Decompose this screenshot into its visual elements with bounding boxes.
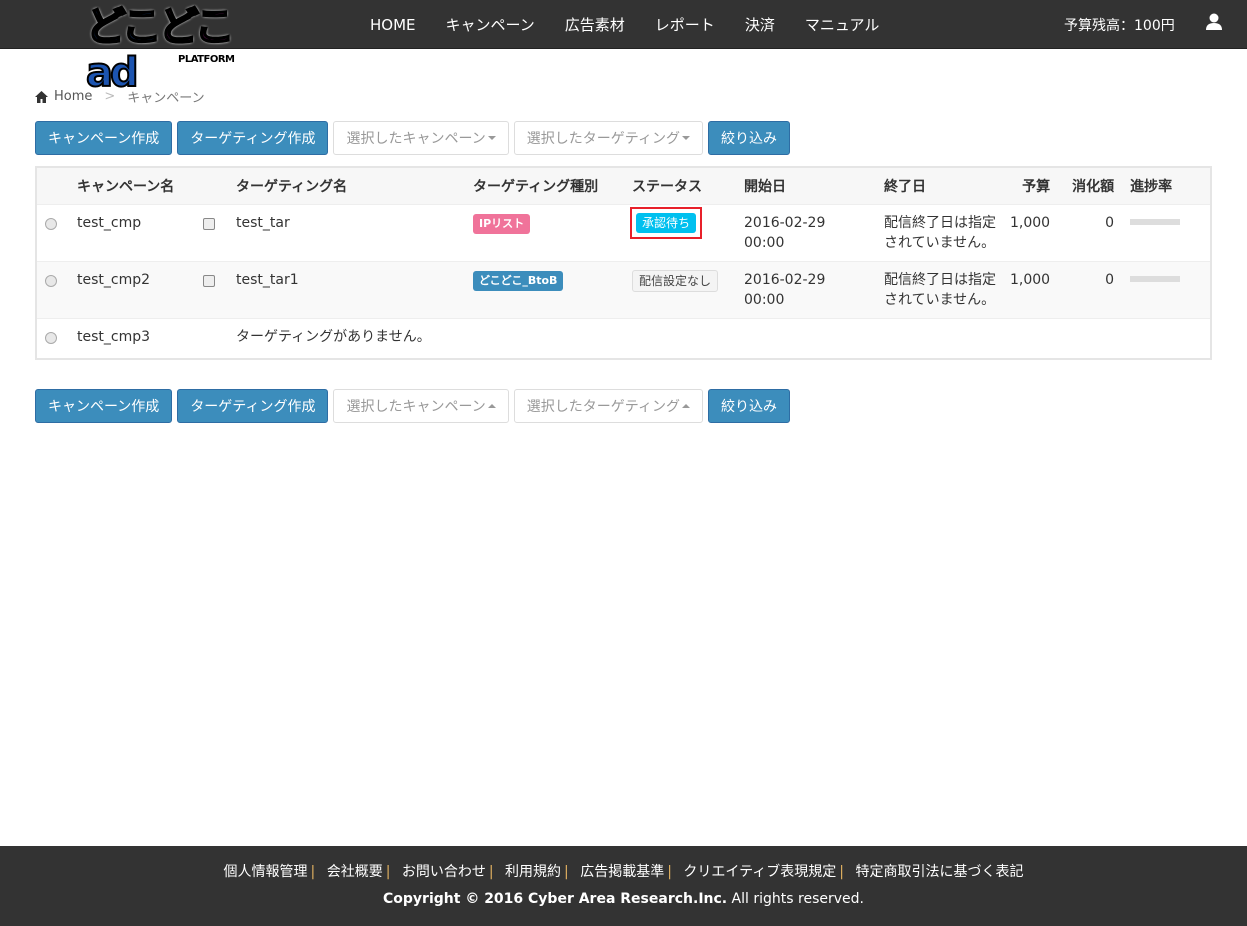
targeting-name[interactable]: test_tar1 xyxy=(236,260,473,318)
status-badge: 配信設定なし xyxy=(632,269,719,292)
create-targeting-button[interactable]: ターゲティング作成 xyxy=(177,389,329,423)
separator: | xyxy=(385,864,391,880)
logo[interactable]: どこどこad PLATFORM xyxy=(85,3,256,97)
col-targeting[interactable]: ターゲティング名 xyxy=(236,168,473,204)
footer-link-ad-standards[interactable]: 広告掲載基準 xyxy=(580,864,664,880)
footer-link-contact[interactable]: お問い合わせ xyxy=(402,864,486,880)
budget: 1,000 xyxy=(1010,260,1051,318)
campaign-name[interactable]: test_cmp3 xyxy=(77,317,203,358)
col-campaign[interactable]: キャンペーン名 xyxy=(77,168,203,204)
create-targeting-button[interactable]: ターゲティング作成 xyxy=(177,121,329,155)
menu-campaign[interactable]: キャンペーン xyxy=(431,14,550,35)
budget: 1,000 xyxy=(1010,203,1051,261)
footer-links: 個人情報管理 | 会社概要 | お問い合わせ | 利用規約 | 広告掲載基準 | クリエイ… xyxy=(0,861,1247,881)
create-campaign-button[interactable]: キャンペーン作成 xyxy=(35,121,173,155)
caret-up-icon xyxy=(681,404,690,408)
campaign-name[interactable]: test_cmp xyxy=(77,203,203,261)
col-budget[interactable]: 予算 xyxy=(1010,168,1051,204)
main-menu: HOME キャンペーン 広告素材 レポート 決済 マニュアル xyxy=(355,0,894,49)
footer-link-privacy[interactable]: 個人情報管理 xyxy=(224,864,308,880)
table-row: test_cmp2 test_tar1 どこどこ_BtoB 配信設定なし 201… xyxy=(37,260,1210,318)
table-row: test_cmp test_tar IPリスト 承認待ち 2016-02-29 0… xyxy=(37,203,1210,261)
filter-button[interactable]: 絞り込み xyxy=(707,121,790,155)
caret-down-icon xyxy=(487,136,496,140)
create-campaign-button[interactable]: キャンペーン作成 xyxy=(35,389,173,423)
caret-up-icon xyxy=(487,404,496,408)
row-radio[interactable] xyxy=(45,331,57,344)
col-end[interactable]: 終了日 xyxy=(884,168,1010,204)
breadcrumb-current: キャンペーン xyxy=(127,91,205,106)
col-status[interactable]: ステータス xyxy=(632,168,744,204)
menu-payment[interactable]: 決済 xyxy=(730,14,790,35)
spent: 0 xyxy=(1050,260,1115,318)
campaign-table: キャンペーン名 ターゲティング名 ターゲティング種別 ステータス 開始日 終了日… xyxy=(35,166,1212,360)
separator: | xyxy=(839,864,844,880)
separator: | xyxy=(667,864,672,880)
dropdown-label: 選択したキャンペーン xyxy=(346,131,486,147)
start-date: 2016-02-29 00:00 xyxy=(744,260,884,318)
targeting-name[interactable]: test_tar xyxy=(236,203,473,261)
dropdown-label: 選択したターゲティング xyxy=(526,131,680,147)
end-date: 配信終了日は指定 されていません。 xyxy=(884,260,1010,318)
start-date: 2016-02-29 00:00 xyxy=(744,203,884,261)
menu-home[interactable]: HOME xyxy=(355,16,431,34)
dropdown-label: 選択したキャンペーン xyxy=(346,399,486,415)
type-badge: IPリスト xyxy=(473,213,531,234)
progress-bar xyxy=(1130,275,1181,282)
selected-campaign-dropdown[interactable]: 選択したキャンペーン xyxy=(333,121,509,155)
home-icon xyxy=(35,90,48,103)
separator: | xyxy=(310,864,316,880)
menu-creatives[interactable]: 広告素材 xyxy=(550,14,640,35)
col-spent[interactable]: 消化額 xyxy=(1050,168,1115,204)
status-badge: 承認待ち xyxy=(636,212,697,233)
row-checkbox[interactable] xyxy=(203,274,215,287)
footer-link-commerce-law[interactable]: 特定商取引法に基づく表記 xyxy=(855,864,1023,880)
logo-subtext: PLATFORM xyxy=(178,54,235,65)
separator: | xyxy=(564,864,569,880)
row-checkbox[interactable] xyxy=(203,217,215,230)
spent: 0 xyxy=(1050,203,1115,261)
table-header: キャンペーン名 ターゲティング名 ターゲティング種別 ステータス 開始日 終了日… xyxy=(37,168,1210,204)
row-radio[interactable] xyxy=(45,274,57,287)
row-radio[interactable] xyxy=(45,217,57,230)
user-icon[interactable] xyxy=(1206,13,1222,31)
breadcrumb-home[interactable]: Home xyxy=(54,89,92,104)
table-row: test_cmp3 ターゲティングがありません。 xyxy=(37,317,1210,358)
budget-balance: 予算残高：100円 xyxy=(1064,18,1175,34)
dropdown-label: 選択したターゲティング xyxy=(526,399,680,415)
highlight-box: 承認待ち xyxy=(630,206,703,239)
progress-bar xyxy=(1130,218,1181,225)
breadcrumb: Home > キャンペーン xyxy=(35,87,205,106)
menu-report[interactable]: レポート xyxy=(640,14,730,35)
top-toolbar: キャンペーン作成 ターゲティング作成 選択したキャンペーン 選択したターゲティン… xyxy=(35,121,790,155)
footer-link-creative-rules[interactable]: クリエイティブ表現規定 xyxy=(683,864,836,880)
selected-targeting-dropup[interactable]: 選択したターゲティング xyxy=(513,389,703,423)
col-type[interactable]: ターゲティング種別 xyxy=(473,168,632,204)
menu-manual[interactable]: マニュアル xyxy=(790,14,895,35)
footer-link-company[interactable]: 会社概要 xyxy=(327,864,383,880)
footer-link-terms[interactable]: 利用規約 xyxy=(505,864,561,880)
selected-campaign-dropup[interactable]: 選択したキャンペーン xyxy=(333,389,509,423)
caret-down-icon xyxy=(681,136,690,140)
col-progress[interactable]: 進捗率 xyxy=(1130,168,1210,204)
breadcrumb-separator: > xyxy=(104,89,116,104)
copyright: Copyright © 2016 Cyber Area Research.Inc… xyxy=(383,891,864,907)
end-date: 配信終了日は指定 されていません。 xyxy=(884,203,1010,261)
type-badge: どこどこ_BtoB xyxy=(473,270,564,291)
selected-targeting-dropdown[interactable]: 選択したターゲティング xyxy=(513,121,703,155)
top-navbar: どこどこad PLATFORM HOME キャンペーン 広告素材 レポート 決済… xyxy=(0,0,1247,97)
filter-button[interactable]: 絞り込み xyxy=(707,389,790,423)
footer: 個人情報管理 | 会社概要 | お問い合わせ | 利用規約 | 広告掲載基準 | クリエイ… xyxy=(0,846,1247,926)
separator: | xyxy=(488,864,494,880)
campaign-name[interactable]: test_cmp2 xyxy=(77,260,203,318)
no-targeting-message: ターゲティングがありません。 xyxy=(236,317,1210,358)
bottom-toolbar: キャンペーン作成 ターゲティング作成 選択したキャンペーン 選択したターゲティン… xyxy=(35,389,790,423)
col-start[interactable]: 開始日 xyxy=(744,168,884,204)
